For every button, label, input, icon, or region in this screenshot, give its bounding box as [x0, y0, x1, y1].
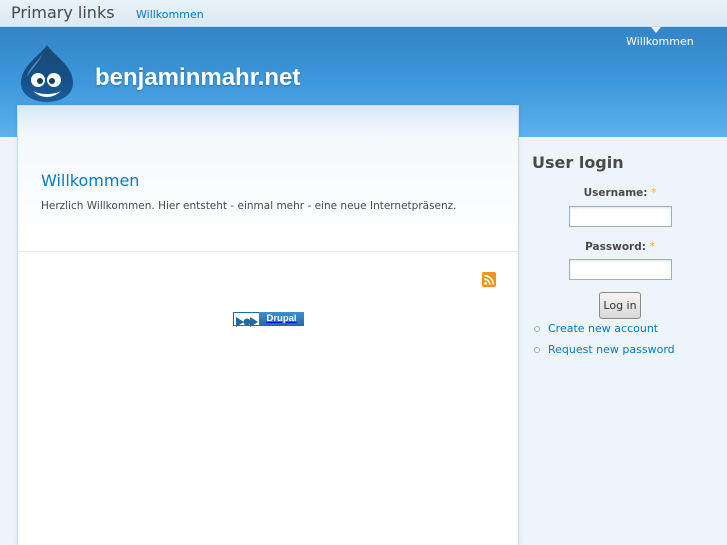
content-top-shade	[18, 106, 518, 136]
request-password-link[interactable]: Request new password	[548, 343, 675, 356]
username-label: Username: *	[530, 187, 710, 199]
node-willkommen: Willkommen Herzlich Willkommen. Hier ent…	[18, 136, 518, 252]
create-account-link[interactable]: Create new account	[548, 322, 658, 335]
node-title[interactable]: Willkommen	[41, 171, 139, 190]
username-required-marker: *	[651, 187, 657, 199]
circle-bullet-icon	[534, 326, 540, 332]
active-tab-marker-icon	[651, 27, 661, 33]
main-content: Willkommen Herzlich Willkommen. Hier ent…	[17, 105, 519, 545]
secondary-link-willkommen[interactable]: Willkommen	[626, 35, 694, 48]
password-input[interactable]	[569, 259, 672, 280]
password-label: Password: *	[530, 241, 710, 253]
drupal-drop-icon[interactable]	[19, 43, 75, 103]
circle-bullet-icon	[534, 347, 540, 353]
rss-feed-icon[interactable]	[482, 272, 496, 287]
rss-graphic	[482, 273, 496, 287]
login-button[interactable]: Log in	[599, 292, 641, 319]
password-label-text: Password:	[585, 241, 646, 253]
username-label-text: Username:	[583, 187, 648, 199]
user-login-title: User login	[532, 153, 624, 172]
password-required-marker: *	[649, 241, 655, 253]
node-body: Herzlich Willkommen. Hier entsteht - ein…	[41, 200, 457, 212]
primary-links-title: Primary links	[11, 3, 115, 22]
drupal-badge-label: Drupal	[259, 312, 304, 326]
powered-by-drupal-badge[interactable]: Drupal	[233, 312, 304, 327]
username-input[interactable]	[569, 206, 672, 227]
site-name[interactable]: benjaminmahr.net	[95, 64, 300, 92]
drupal-badge-icon	[233, 312, 259, 327]
primary-link-willkommen[interactable]: Willkommen	[136, 8, 204, 21]
primary-links-bar: Primary links Willkommen	[0, 0, 727, 27]
logo-graphic	[21, 45, 73, 102]
badge-graphic	[236, 317, 258, 327]
